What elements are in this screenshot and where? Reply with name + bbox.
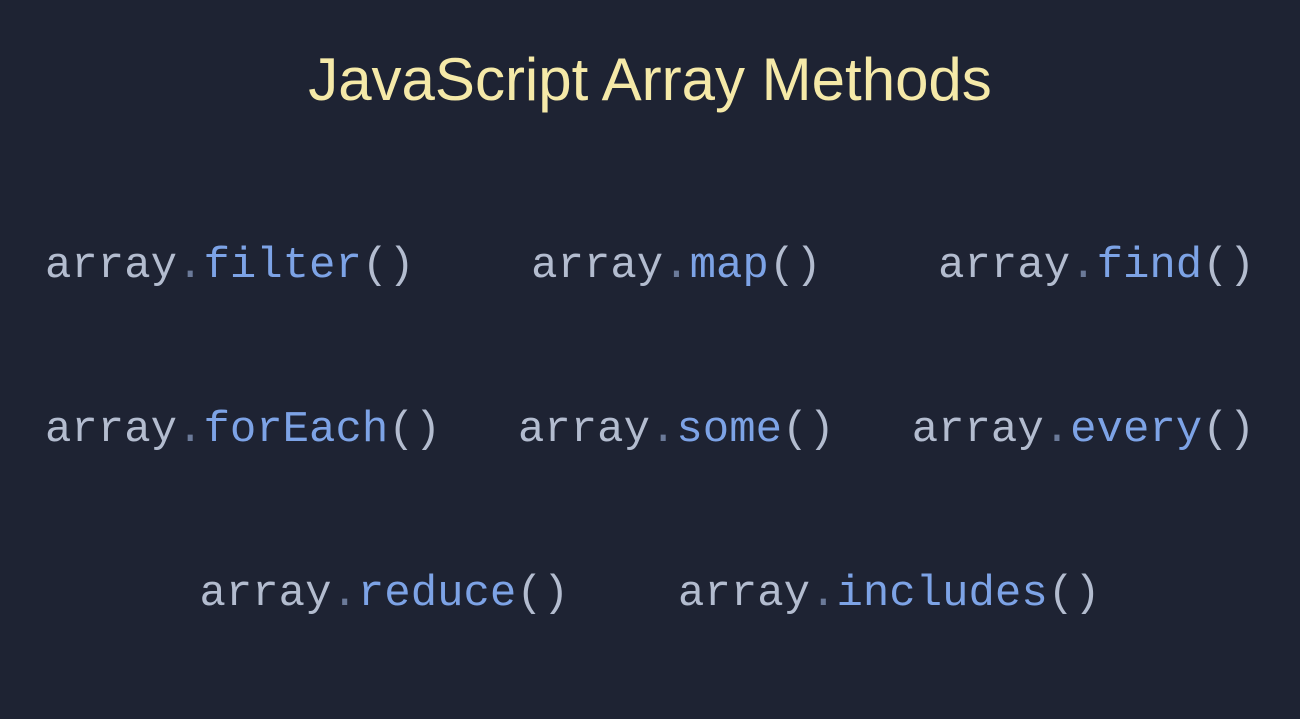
- method-reduce: array.reduce(): [199, 572, 569, 616]
- slide-title: JavaScript Array Methods: [0, 45, 1300, 114]
- method-row-2: array.forEach() array.some() array.every…: [45, 408, 1255, 452]
- method-find: array.find(): [938, 244, 1255, 288]
- function-name: includes: [836, 569, 1047, 619]
- parentheses: (): [769, 241, 822, 291]
- object-name: array: [45, 405, 177, 455]
- method-includes: array.includes(): [678, 572, 1100, 616]
- method-row-3: array.reduce() array.includes(): [45, 572, 1255, 616]
- dot-operator: .: [1044, 405, 1070, 455]
- dot-operator: .: [177, 405, 203, 455]
- methods-grid: array.filter() array.map() array.find() …: [0, 244, 1300, 616]
- function-name: filter: [203, 241, 361, 291]
- dot-operator: .: [810, 569, 836, 619]
- function-name: map: [690, 241, 769, 291]
- slide-container: JavaScript Array Methods array.filter() …: [0, 0, 1300, 719]
- function-name: some: [676, 405, 782, 455]
- method-foreach: array.forEach(): [45, 408, 441, 452]
- parentheses: (): [1202, 241, 1255, 291]
- parentheses: (): [516, 569, 569, 619]
- dot-operator: .: [663, 241, 689, 291]
- parentheses: (): [388, 405, 441, 455]
- object-name: array: [199, 569, 331, 619]
- object-name: array: [531, 241, 663, 291]
- parentheses: (): [1048, 569, 1101, 619]
- method-every: array.every(): [912, 408, 1255, 452]
- method-map: array.map(): [531, 244, 821, 288]
- object-name: array: [678, 569, 810, 619]
- object-name: array: [938, 241, 1070, 291]
- method-filter: array.filter(): [45, 244, 415, 288]
- function-name: reduce: [358, 569, 516, 619]
- object-name: array: [518, 405, 650, 455]
- parentheses: (): [782, 405, 835, 455]
- parentheses: (): [362, 241, 415, 291]
- object-name: array: [912, 405, 1044, 455]
- method-row-1: array.filter() array.map() array.find(): [45, 244, 1255, 288]
- method-some: array.some(): [518, 408, 835, 452]
- dot-operator: .: [1070, 241, 1096, 291]
- dot-operator: .: [177, 241, 203, 291]
- object-name: array: [45, 241, 177, 291]
- dot-operator: .: [650, 405, 676, 455]
- function-name: every: [1070, 405, 1202, 455]
- function-name: forEach: [203, 405, 388, 455]
- dot-operator: .: [331, 569, 357, 619]
- parentheses: (): [1202, 405, 1255, 455]
- function-name: find: [1097, 241, 1203, 291]
